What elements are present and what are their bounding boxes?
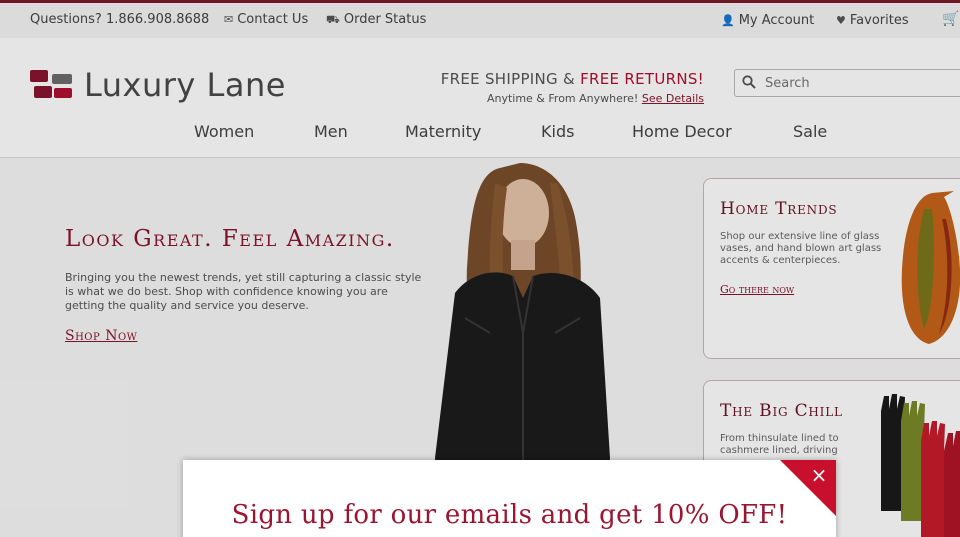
page-dim-overlay[interactable] (0, 0, 960, 537)
modal-headline: Sign up for our emails and get 10% OFF! (231, 500, 788, 530)
email-signup-modal: × Sign up for our emails and get 10% OFF… (183, 460, 836, 537)
close-icon[interactable]: × (809, 465, 829, 485)
